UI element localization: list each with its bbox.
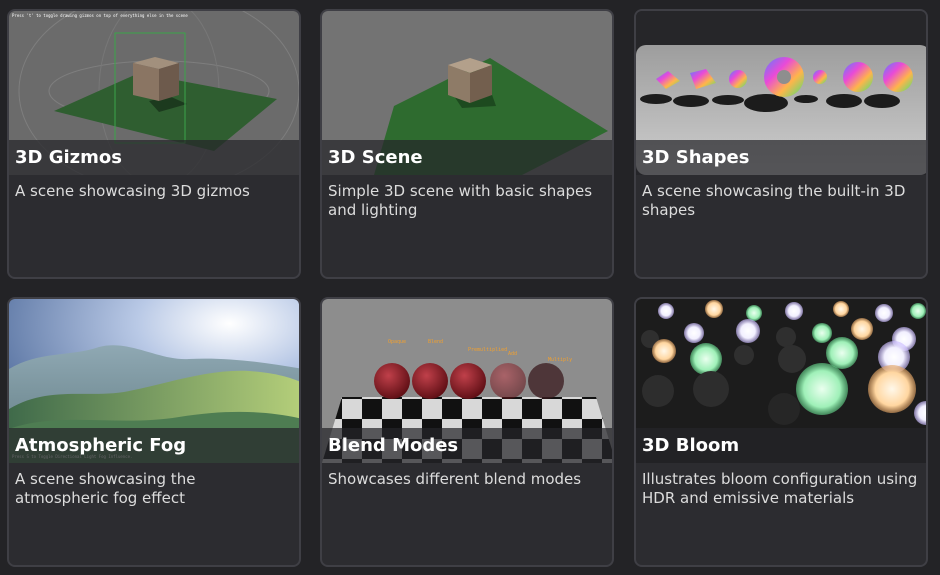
- sphere-label: Add: [508, 351, 517, 357]
- sphere-label: Blend: [428, 339, 443, 345]
- card-description: A scene showcasing the built-in 3D shape…: [642, 182, 906, 219]
- thumbnail-3d-bloom: 3D Bloom: [636, 299, 926, 463]
- card-description: Simple 3D scene with basic shapes and li…: [328, 182, 593, 219]
- card-title: 3D Scene: [322, 140, 612, 175]
- example-grid: Press 't' to toggle drawing gizmos on to…: [0, 0, 940, 575]
- example-card-blend-modes[interactable]: Opaque Blend Premultiplied Add Multiply …: [320, 297, 614, 567]
- sphere-label: Multiply: [548, 357, 572, 363]
- thumbnail-blend-modes: Opaque Blend Premultiplied Add Multiply …: [322, 299, 612, 463]
- card-title: Atmospheric Fog: [9, 428, 299, 463]
- thumbnail-3d-gizmos: Press 't' to toggle drawing gizmos on to…: [9, 11, 299, 175]
- card-description: A scene showcasing the atmospheric fog e…: [15, 470, 196, 507]
- gizmos-caption: Press 't' to toggle drawing gizmos on to…: [12, 13, 188, 18]
- card-description: Illustrates bloom configuration using HD…: [642, 470, 918, 507]
- example-card-atmospheric-fog[interactable]: Press S to Toggle Directional Light Fog …: [7, 297, 301, 567]
- example-card-3d-gizmos[interactable]: Press 't' to toggle drawing gizmos on to…: [7, 9, 301, 279]
- thumbnail-3d-shapes: 3D Shapes: [636, 11, 926, 175]
- thumbnail-3d-scene: 3D Scene: [322, 11, 612, 175]
- example-card-3d-shapes[interactable]: 3D Shapes A scene showcasing the built-i…: [634, 9, 928, 279]
- card-title: 3D Bloom: [636, 428, 926, 463]
- sphere-label: Premultiplied: [468, 347, 507, 353]
- card-description: Showcases different blend modes: [328, 470, 582, 488]
- thumbnail-atmospheric-fog: Press S to Toggle Directional Light Fog …: [9, 299, 299, 463]
- sphere-label: Opaque: [388, 339, 406, 345]
- card-title: 3D Gizmos: [9, 140, 299, 175]
- card-title: Blend Modes: [322, 428, 612, 463]
- example-card-3d-scene[interactable]: 3D Scene Simple 3D scene with basic shap…: [320, 9, 614, 279]
- example-card-3d-bloom[interactable]: 3D Bloom Illustrates bloom configuration…: [634, 297, 928, 567]
- card-description: A scene showcasing 3D gizmos: [15, 182, 250, 200]
- card-title: 3D Shapes: [636, 140, 926, 175]
